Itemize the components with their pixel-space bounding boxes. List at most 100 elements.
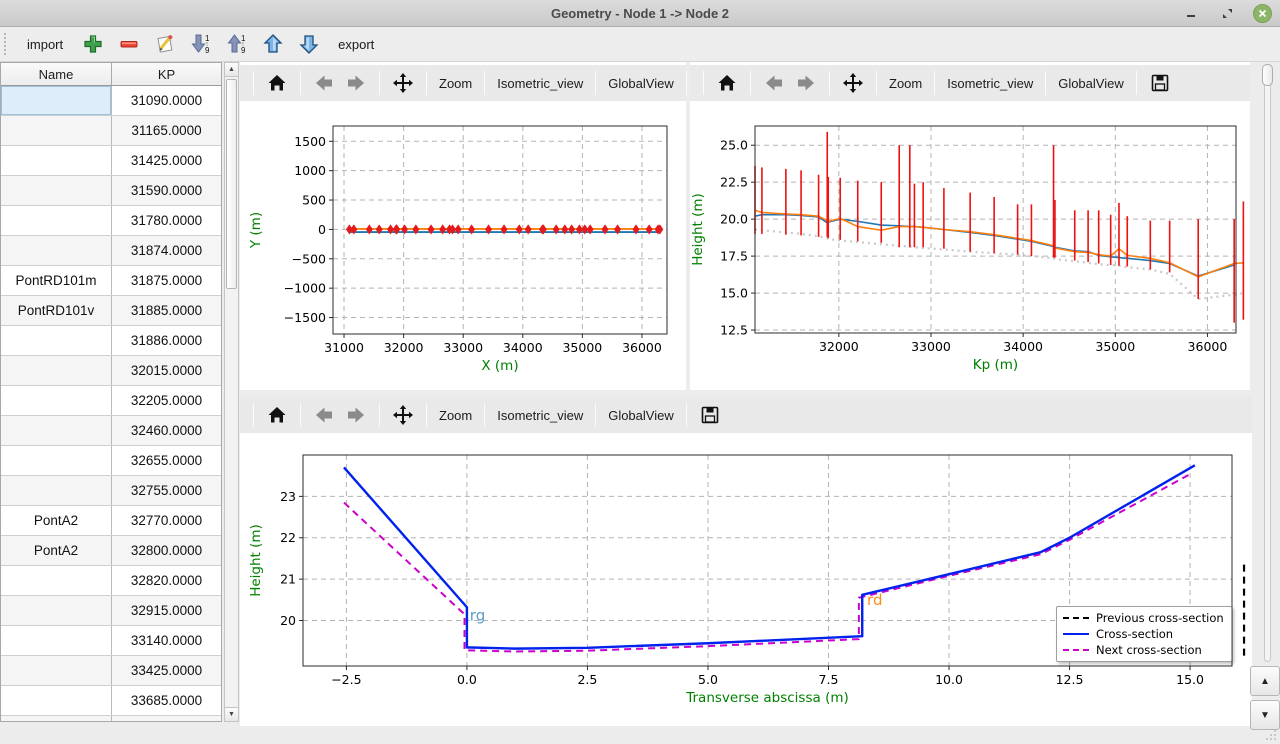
column-header-kp[interactable]: KP <box>112 63 221 85</box>
kp-cell[interactable]: 31090.0000 <box>112 86 221 115</box>
kp-cell[interactable]: 33140.0000 <box>112 626 221 655</box>
sort-descending-button[interactable]: 1 9 <box>187 31 214 58</box>
window-scrollbar-trough[interactable] <box>1264 64 1271 662</box>
resize-grip[interactable] <box>1265 729 1277 741</box>
global-view-button[interactable]: GlobalView <box>603 68 679 98</box>
move-down-button[interactable] <box>295 31 322 58</box>
name-cell[interactable] <box>1 176 112 205</box>
forward-button[interactable] <box>340 400 372 430</box>
kp-cell[interactable]: 32820.0000 <box>112 566 221 595</box>
window-controls <box>1181 0 1272 27</box>
edit-row-button[interactable] <box>151 31 178 58</box>
kp-cell[interactable]: 32205.0000 <box>112 386 221 415</box>
kp-cell[interactable] <box>112 716 221 722</box>
name-cell[interactable] <box>1 566 112 595</box>
kp-cell[interactable]: 32800.0000 <box>112 536 221 565</box>
kp-cell[interactable]: 32755.0000 <box>112 476 221 505</box>
name-cell[interactable] <box>1 476 112 505</box>
save-figure-button[interactable] <box>694 400 726 430</box>
zoom-button[interactable]: Zoom <box>884 68 927 98</box>
table-scrollbar-thumb[interactable] <box>226 79 237 289</box>
kp-cell[interactable]: 31886.0000 <box>112 326 221 355</box>
name-cell[interactable] <box>1 656 112 685</box>
kp-cell[interactable]: 31885.0000 <box>112 296 221 325</box>
name-cell[interactable] <box>1 686 112 715</box>
kp-cell[interactable]: 32915.0000 <box>112 596 221 625</box>
close-button[interactable] <box>1253 4 1272 23</box>
name-cell[interactable] <box>1 596 112 625</box>
kp-cell[interactable]: 32015.0000 <box>112 356 221 385</box>
name-cell[interactable] <box>1 716 112 722</box>
column-header-name[interactable]: Name <box>1 63 112 85</box>
name-cell[interactable] <box>1 446 112 475</box>
name-cell[interactable]: PontA2 <box>1 506 112 535</box>
home-button[interactable] <box>261 400 293 430</box>
kp-cell[interactable]: 32655.0000 <box>112 446 221 475</box>
table-scroll-up-button[interactable]: ▲ <box>225 63 238 77</box>
forward-button[interactable] <box>790 68 822 98</box>
add-row-button[interactable] <box>79 31 106 58</box>
kp-cell[interactable]: 33685.0000 <box>112 686 221 715</box>
home-button[interactable] <box>261 68 293 98</box>
toolbar-drag-handle[interactable] <box>4 33 9 55</box>
save-figure-button[interactable] <box>1144 68 1176 98</box>
kp-cell[interactable]: 31874.0000 <box>112 236 221 265</box>
kp-cell[interactable]: 33425.0000 <box>112 656 221 685</box>
sort-ascending-button[interactable]: 1 9 <box>223 31 250 58</box>
remove-row-button[interactable] <box>115 31 142 58</box>
kp-cell[interactable]: 31425.0000 <box>112 146 221 175</box>
name-cell[interactable]: PontRD101m <box>1 266 112 295</box>
kp-cell[interactable]: 31165.0000 <box>112 116 221 145</box>
name-cell[interactable] <box>1 86 112 115</box>
global-view-button[interactable]: GlobalView <box>603 400 679 430</box>
kp-cell[interactable]: 31780.0000 <box>112 206 221 235</box>
zoom-button[interactable]: Zoom <box>434 68 477 98</box>
name-cell[interactable] <box>1 416 112 445</box>
forward-button[interactable] <box>340 68 372 98</box>
move-up-button[interactable] <box>259 31 286 58</box>
name-cell[interactable] <box>1 116 112 145</box>
table-row: 32820.0000 <box>1 566 221 596</box>
profile-chart[interactable]: 320003300034000350003600012.515.017.520.… <box>690 101 1250 390</box>
pan-button[interactable] <box>387 68 419 98</box>
minimize-button[interactable] <box>1181 4 1201 24</box>
kp-cell[interactable]: 31590.0000 <box>112 176 221 205</box>
global-view-button[interactable]: GlobalView <box>1053 68 1129 98</box>
table-scrollbar[interactable]: ▲ ▼ <box>224 62 239 722</box>
name-cell[interactable] <box>1 206 112 235</box>
isometric-view-button[interactable]: Isometric_view <box>492 68 588 98</box>
zoom-button[interactable]: Zoom <box>434 400 477 430</box>
back-button[interactable] <box>308 68 340 98</box>
name-cell[interactable] <box>1 326 112 355</box>
name-cell[interactable] <box>1 236 112 265</box>
name-cell[interactable] <box>1 626 112 655</box>
restore-button[interactable] <box>1217 4 1237 24</box>
name-cell[interactable]: PontRD101v <box>1 296 112 325</box>
isometric-view-button[interactable]: Isometric_view <box>492 400 588 430</box>
window-scrollbar[interactable]: ▲ ▼ <box>1252 62 1280 731</box>
import-button[interactable]: import <box>20 34 70 55</box>
back-button[interactable] <box>308 400 340 430</box>
scroll-down-button[interactable]: ▼ <box>1250 700 1280 730</box>
back-button[interactable] <box>758 68 790 98</box>
cross-section-chart[interactable]: −2.50.02.55.07.510.012.515.020212223Tran… <box>240 433 1252 726</box>
name-cell[interactable] <box>1 386 112 415</box>
kp-cell[interactable]: 32770.0000 <box>112 506 221 535</box>
pan-button[interactable] <box>837 68 869 98</box>
name-cell[interactable] <box>1 146 112 175</box>
home-button[interactable] <box>711 68 743 98</box>
table-row: 31874.0000 <box>1 236 221 266</box>
svg-text:1: 1 <box>205 34 210 43</box>
table-row: 33425.0000 <box>1 656 221 686</box>
name-cell[interactable]: PontA2 <box>1 536 112 565</box>
pan-button[interactable] <box>387 400 419 430</box>
scroll-up-button[interactable]: ▲ <box>1250 666 1280 696</box>
isometric-view-button[interactable]: Isometric_view <box>942 68 1038 98</box>
name-cell[interactable] <box>1 356 112 385</box>
trace-chart[interactable]: 310003200033000340003500036000−1500−1000… <box>240 101 686 390</box>
kp-cell[interactable]: 32460.0000 <box>112 416 221 445</box>
table-scroll-down-button[interactable]: ▼ <box>225 707 238 721</box>
export-button[interactable]: export <box>331 34 381 55</box>
window-scrollbar-thumb[interactable] <box>1262 64 1273 86</box>
kp-cell[interactable]: 31875.0000 <box>112 266 221 295</box>
